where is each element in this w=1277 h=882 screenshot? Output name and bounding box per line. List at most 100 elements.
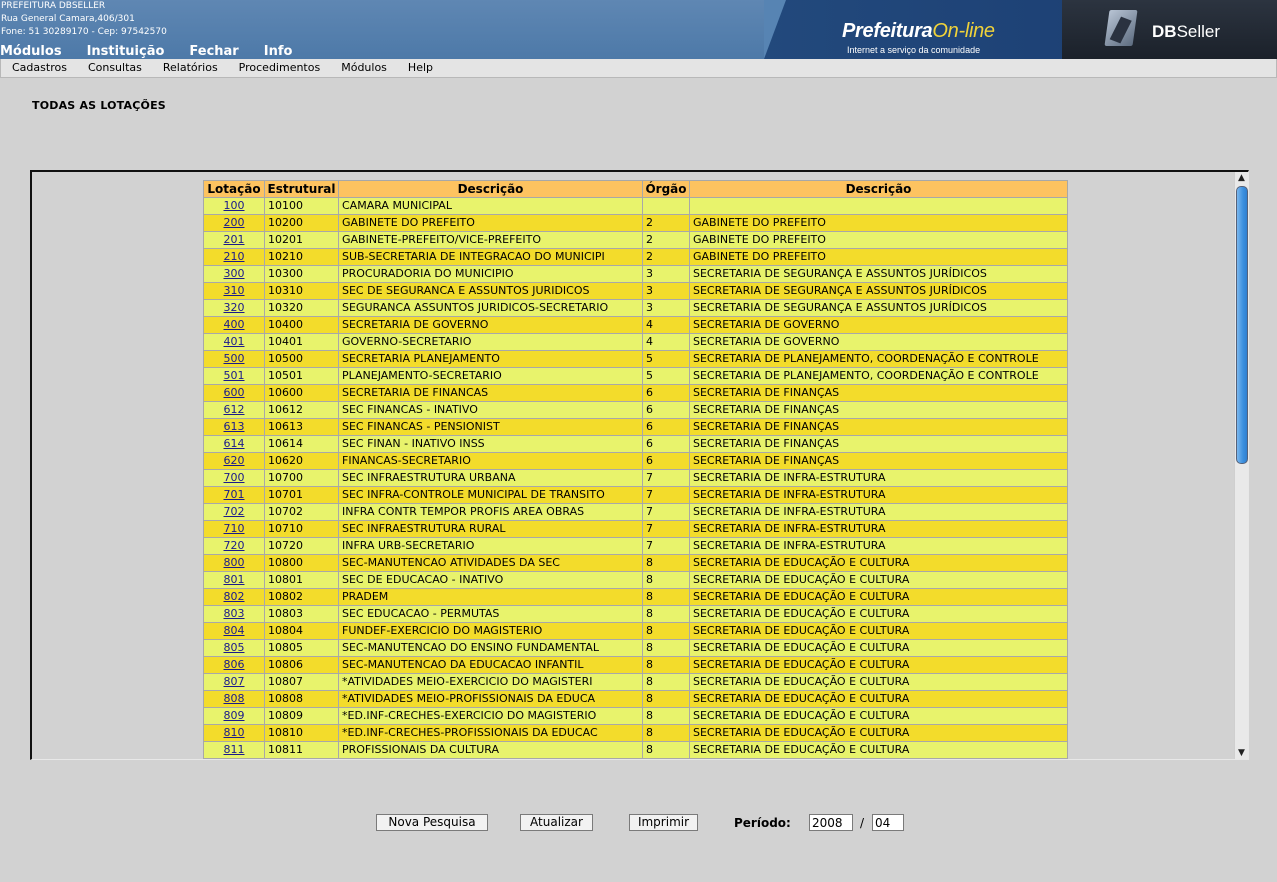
table-row: 612 10612 SEC FINANCAS - INATIVO 6 SECRETARI… — [204, 402, 1067, 418]
lotacao-link[interactable]: 801 — [224, 573, 245, 586]
cell-orgao: 8 — [643, 606, 689, 622]
lotacao-link[interactable]: 320 — [224, 301, 245, 314]
lotacao-link[interactable]: 600 — [224, 386, 245, 399]
table-row: 808 10808 *ATIVIDADES MEIO-PROFISSIONAIS D… — [204, 691, 1067, 707]
lotacao-link[interactable]: 612 — [224, 403, 245, 416]
cell-descricao: *ATIVIDADES MEIO-EXERCICIO DO MAGISTERI — [339, 674, 642, 690]
new-search-button[interactable]: Nova Pesquisa — [376, 814, 488, 831]
cell-lotacao: 200 — [204, 215, 264, 231]
table-body: 100 10100 CAMARA MUNICIPAL 200 10200 GABINETE… — [204, 198, 1067, 760]
table-row: 702 10702 INFRA CONTR TEMPOR PROFIS AREA O… — [204, 504, 1067, 520]
cell-descricao: SEC-MANUTENCAO DA EDUCACAO INFANTIL — [339, 657, 642, 673]
org-address: Rua General Camara,406/301 — [1, 14, 135, 24]
cell-orgao: 8 — [643, 657, 689, 673]
cell-lotacao: 801 — [204, 572, 264, 588]
table-row: 810 10810 *ED.INF-CRECHES-PROFISSIONAIS DA… — [204, 725, 1067, 741]
top-menu-instituicao[interactable]: Instituição — [87, 44, 165, 59]
cell-lotacao: 210 — [204, 249, 264, 265]
cell-estrutural: 10701 — [265, 487, 338, 503]
cell-orgao: 8 — [643, 674, 689, 690]
lotacao-link[interactable]: 807 — [224, 675, 245, 688]
menu-help[interactable]: Help — [397, 60, 443, 76]
period-separator: / — [860, 816, 865, 830]
menu-modulos[interactable]: Módulos — [330, 60, 397, 76]
banner-slant — [764, 0, 786, 59]
table-row: 806 10806 SEC-MANUTENCAO DA EDUCACAO INFAN… — [204, 657, 1067, 673]
lotacao-link[interactable]: 806 — [224, 658, 245, 671]
cell-orgao: 3 — [643, 266, 689, 282]
lotacao-link[interactable]: 800 — [224, 556, 245, 569]
cell-descricao: PLANEJAMENTO-SECRETARIO — [339, 368, 642, 384]
lotacao-link[interactable]: 700 — [224, 471, 245, 484]
cell-orgao: 8 — [643, 725, 689, 741]
lotacao-link[interactable]: 702 — [224, 505, 245, 518]
scroll-up-arrow-icon[interactable]: ▲ — [1235, 172, 1248, 184]
cell-descricao: SEC FINANCAS - INATIVO — [339, 402, 642, 418]
lotacao-link[interactable]: 620 — [224, 454, 245, 467]
cell-descricao: *ATIVIDADES MEIO-PROFISSIONAIS DA EDUCA — [339, 691, 642, 707]
cell-estrutural: 10800 — [265, 555, 338, 571]
menu-relatorios[interactable]: Relatórios — [152, 60, 228, 76]
lotacao-link[interactable]: 803 — [224, 607, 245, 620]
menu-cadastros[interactable]: Cadastros — [1, 60, 77, 76]
table-row: 300 10300 PROCURADORIA DO MUNICIPIO 3 SECRET… — [204, 266, 1067, 282]
menu-procedimentos[interactable]: Procedimentos — [228, 60, 331, 76]
lotacao-link[interactable]: 100 — [224, 199, 245, 212]
cell-lotacao: 612 — [204, 402, 264, 418]
period-year-input[interactable] — [809, 814, 853, 831]
cell-orgao-descricao: SECRETARIA DE SEGURANÇA E ASSUNTOS JURÍD… — [690, 266, 1067, 282]
lotacao-link[interactable]: 804 — [224, 624, 245, 637]
lotacao-link[interactable]: 500 — [224, 352, 245, 365]
col-descricao: Descrição — [339, 181, 642, 197]
top-menu-fechar[interactable]: Fechar — [189, 44, 238, 59]
cell-descricao: FINANCAS-SECRETARIO — [339, 453, 642, 469]
table-row: 501 10501 PLANEJAMENTO-SECRETARIO 5 SECRETAR… — [204, 368, 1067, 384]
cell-descricao: *ED.INF-CRECHES-PROFISSIONAIS DA EDUCAC — [339, 725, 642, 741]
cell-lotacao: 701 — [204, 487, 264, 503]
print-button[interactable]: Imprimir — [629, 814, 698, 831]
menu-consultas[interactable]: Consultas — [77, 60, 152, 76]
cell-estrutural: 10801 — [265, 572, 338, 588]
lotacao-link[interactable]: 720 — [224, 539, 245, 552]
lotacao-link[interactable]: 808 — [224, 692, 245, 705]
cell-lotacao: 803 — [204, 606, 264, 622]
lotacao-link[interactable]: 300 — [224, 267, 245, 280]
lotacao-link[interactable]: 811 — [224, 743, 245, 756]
lotacao-link[interactable]: 613 — [224, 420, 245, 433]
cell-orgao: 2 — [643, 215, 689, 231]
lotacao-link[interactable]: 310 — [224, 284, 245, 297]
lotacao-link[interactable]: 401 — [224, 335, 245, 348]
lotacao-link[interactable]: 614 — [224, 437, 245, 450]
lotacao-link[interactable]: 501 — [224, 369, 245, 382]
lotacao-link[interactable]: 810 — [224, 726, 245, 739]
cell-lotacao: 501 — [204, 368, 264, 384]
refresh-button[interactable]: Atualizar — [520, 814, 593, 831]
cell-orgao: 3 — [643, 283, 689, 299]
vertical-scrollbar[interactable]: ▲ ▼ — [1234, 172, 1248, 759]
lotacao-link[interactable]: 809 — [224, 709, 245, 722]
cell-orgao: 3 — [643, 300, 689, 316]
top-menu-info[interactable]: Info — [264, 44, 293, 59]
cell-descricao: SEC INFRA-CONTROLE MUNICIPAL DE TRANSITO — [339, 487, 642, 503]
cell-orgao-descricao: SECRETARIA DE EDUCAÇÃO E CULTURA — [690, 555, 1067, 571]
lotacao-link[interactable]: 805 — [224, 641, 245, 654]
lotacao-link[interactable]: 701 — [224, 488, 245, 501]
lotacao-link[interactable]: 201 — [224, 233, 245, 246]
cell-estrutural: 10614 — [265, 436, 338, 452]
lotacao-link[interactable]: 400 — [224, 318, 245, 331]
table-row: 200 10200 GABINETE DO PREFEITO 2 GABINETE DO… — [204, 215, 1067, 231]
cell-orgao-descricao — [690, 759, 1067, 760]
top-menu-modulos[interactable]: Módulos — [0, 44, 62, 59]
cell-orgao: 7 — [643, 470, 689, 486]
cell-orgao: 8 — [643, 691, 689, 707]
lotacao-link[interactable]: 210 — [224, 250, 245, 263]
col-orgao: Órgão — [643, 181, 689, 197]
scroll-down-arrow-icon[interactable]: ▼ — [1235, 747, 1248, 759]
lotacao-link[interactable]: 710 — [224, 522, 245, 535]
cell-estrutural: 10210 — [265, 249, 338, 265]
scrollbar-thumb[interactable] — [1236, 186, 1248, 464]
period-month-input[interactable] — [872, 814, 904, 831]
lotacao-link[interactable]: 802 — [224, 590, 245, 603]
lotacao-link[interactable]: 200 — [224, 216, 245, 229]
cell-estrutural: 10702 — [265, 504, 338, 520]
